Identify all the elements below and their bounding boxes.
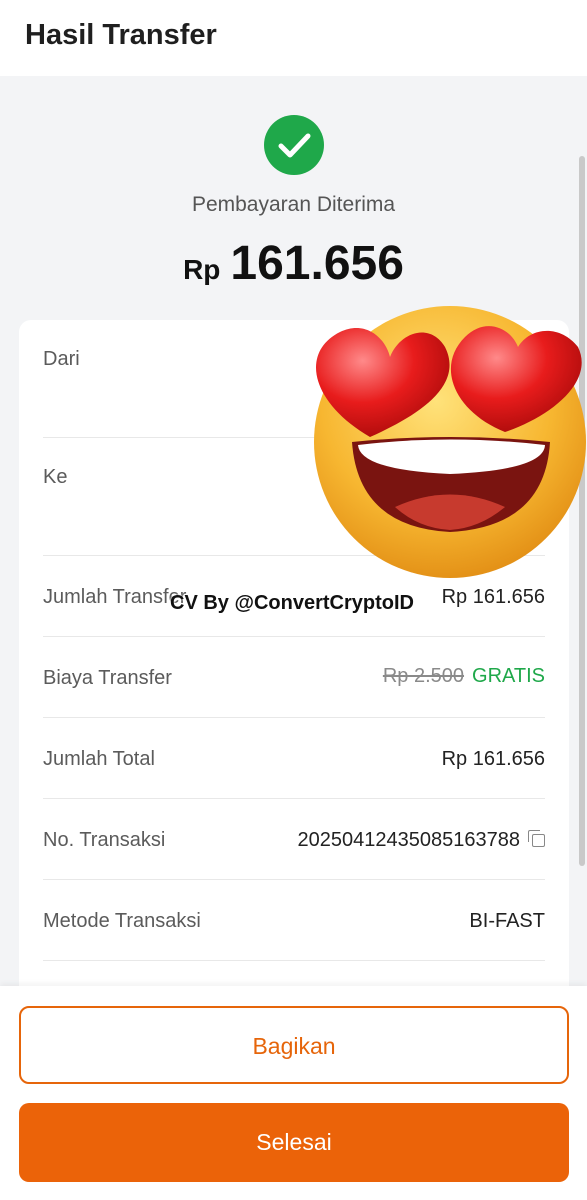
to-label: Ke <box>43 466 68 488</box>
payment-status: Pembayaran Diterima <box>191 193 396 216</box>
watermark-text: CV By @ConvertCryptoID <box>170 592 414 614</box>
row-transfer-fee: Biaya Transfer Rp 2.500 GRATIS <box>43 637 545 718</box>
header: Hasil Transfer <box>0 0 587 76</box>
row-method: Metode Transaksi BI-FAST <box>43 880 545 961</box>
row-transaction-no: No. Transaksi 20250412435085163788 <box>43 799 545 880</box>
fee-value-group: Rp 2.500 GRATIS <box>383 665 545 688</box>
heart-eyes-emoji <box>314 306 586 578</box>
transaction-no-group: 20250412435085163788 <box>298 829 545 852</box>
share-button[interactable]: Bagikan <box>19 1006 569 1084</box>
transaction-no-value: 20250412435085163788 <box>297 829 520 851</box>
transfer-amount: Rp 161.656 <box>0 236 587 291</box>
total-value: Rp 161.656 <box>441 748 545 770</box>
total-label: Jumlah Total <box>43 748 155 770</box>
check-circle-icon <box>264 115 324 175</box>
fee-label: Biaya Transfer <box>43 667 172 689</box>
from-label: Dari <box>43 348 80 370</box>
fee-original: Rp 2.500 <box>382 665 465 687</box>
copy-icon[interactable] <box>528 830 545 848</box>
transfer-amount-value: Rp 161.656 <box>441 586 545 608</box>
method-label: Metode Transaksi <box>43 910 201 932</box>
page-title: Hasil Transfer <box>25 19 217 51</box>
amount-value: 161.656 <box>230 237 404 290</box>
amount-currency: Rp <box>183 254 221 285</box>
transaction-no-label: No. Transaksi <box>43 829 166 851</box>
done-button[interactable]: Selesai <box>19 1103 569 1182</box>
method-value: BI-FAST <box>469 910 545 932</box>
fee-free-badge: GRATIS <box>472 665 545 687</box>
transfer-amount-label: Jumlah Transfer <box>43 586 187 608</box>
row-total: Jumlah Total Rp 161.656 <box>43 718 545 799</box>
bottom-action-bar: Bagikan Selesai <box>0 986 587 1200</box>
